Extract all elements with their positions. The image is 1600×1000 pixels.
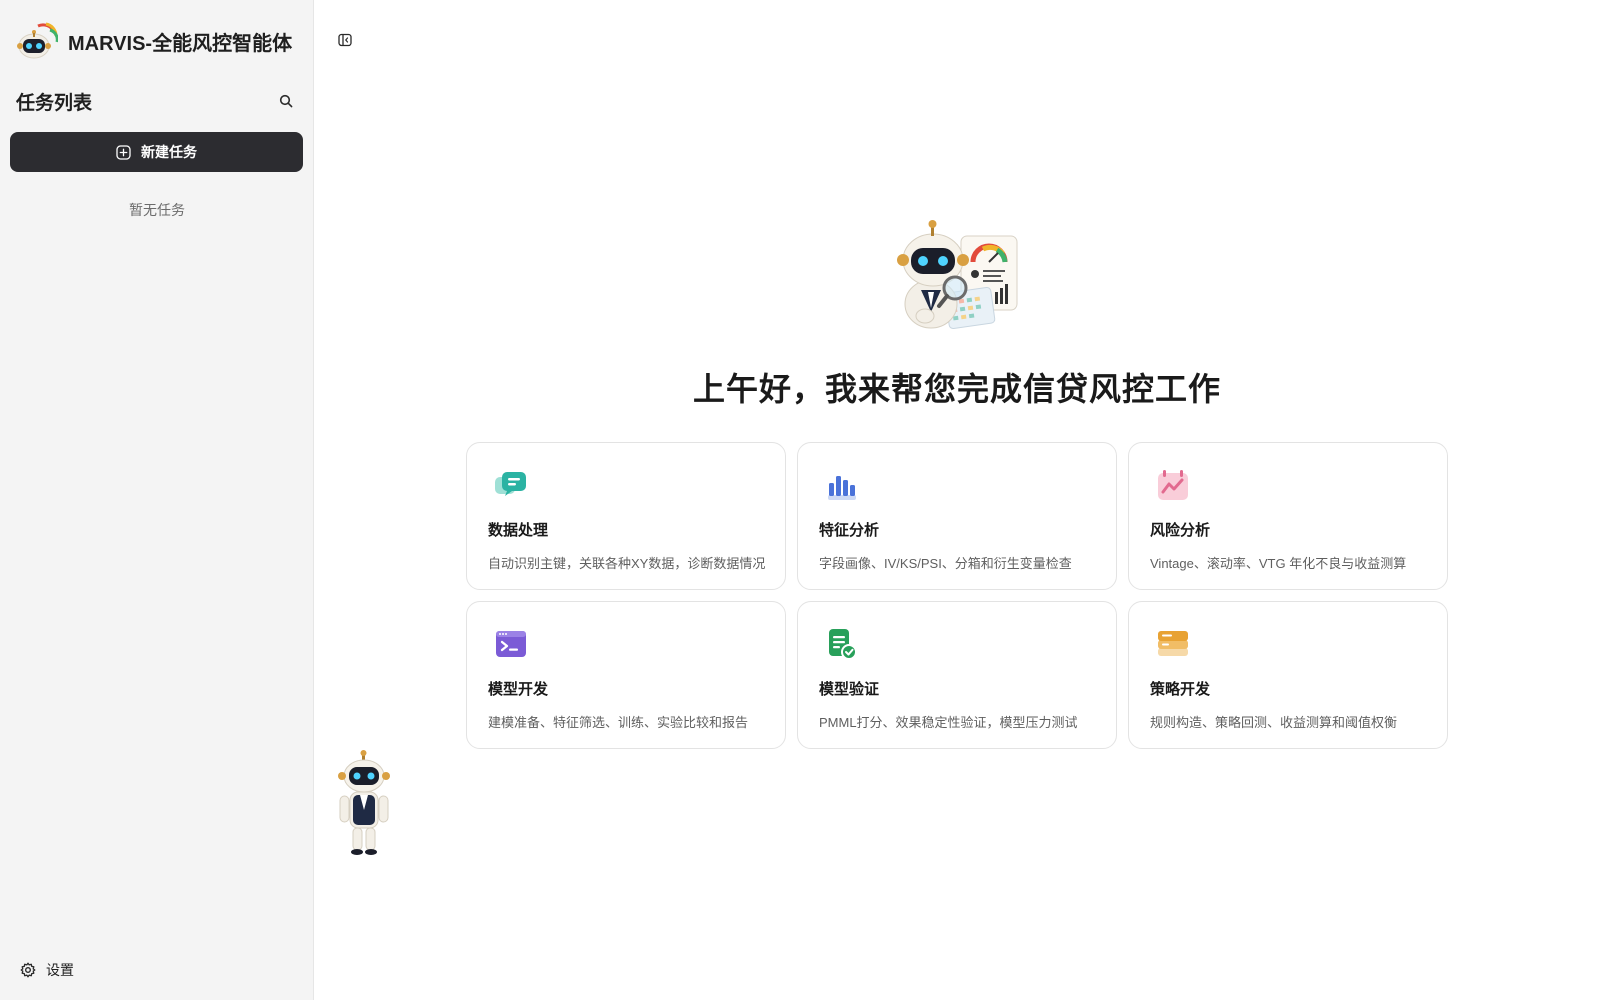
brand: MARVIS-全能风控智能体 — [16, 20, 292, 62]
stacked-layers-icon — [1158, 631, 1188, 656]
card-strategy-development[interactable]: 策略开发 规则构造、策略回测、收益测算和阈值权衡 — [1128, 601, 1448, 749]
card-title: 模型验证 — [819, 681, 880, 698]
card-description: PMML打分、效果稳定性验证，模型压力测试 — [819, 715, 1078, 730]
settings-button[interactable]: 设置 — [20, 960, 74, 980]
sidebar: MARVIS-全能风控智能体 任务列表 新建任务 暂无任务 设置 — [0, 0, 314, 1000]
search-button[interactable] — [274, 89, 298, 113]
card-feature-analysis[interactable]: 特征分析 字段画像、IV/KS/PSI、分箱和衍生变量检查 — [797, 442, 1117, 590]
tasks-header: 任务列表 — [16, 88, 298, 114]
card-description: 字段画像、IV/KS/PSI、分箱和衍生变量检查 — [819, 556, 1072, 571]
greeting-heading: 上午好，我来帮您完成信贷风控工作 — [692, 371, 1221, 407]
card-title: 策略开发 — [1150, 681, 1211, 698]
card-title: 特征分析 — [819, 522, 880, 539]
terminal-window-icon — [496, 631, 526, 657]
gear-icon — [20, 962, 36, 978]
card-description: 规则构造、策略回测、收益测算和阈值权衡 — [1150, 715, 1398, 730]
app-title: MARVIS-全能风控智能体 — [68, 32, 293, 55]
card-data-processing[interactable]: 数据处理 自动识别主键，关联各种XY数据，诊断数据情况 — [466, 442, 786, 590]
capability-cards: 数据处理 自动识别主键，关联各种XY数据，诊断数据情况 特征分析 字段画像、IV… — [466, 442, 1448, 749]
card-title: 风险分析 — [1150, 522, 1211, 539]
robot-analyst-illustration — [897, 220, 1018, 330]
robot-mascot-icon[interactable] — [336, 750, 392, 856]
card-description: 建模准备、特征筛选、训练、实验比较和报告 — [488, 715, 749, 730]
plus-square-icon — [116, 144, 131, 160]
collapse-sidebar-button[interactable] — [333, 28, 357, 52]
new-task-button[interactable]: 新建任务 — [10, 132, 303, 172]
card-title: 数据处理 — [488, 522, 549, 539]
new-task-label: 新建任务 — [141, 144, 197, 160]
search-icon — [279, 94, 293, 108]
card-description: Vintage、滚动率、VTG 年化不良与收益测算 — [1150, 556, 1407, 571]
sidebar-collapse-icon — [338, 33, 352, 47]
document-check-icon — [829, 629, 857, 660]
card-description: 自动识别主键，关联各种XY数据，诊断数据情况 — [488, 556, 766, 571]
card-model-development[interactable]: 模型开发 建模准备、特征筛选、训练、实验比较和报告 — [466, 601, 786, 749]
card-risk-analysis[interactable]: 风险分析 Vintage、滚动率、VTG 年化不良与收益测算 — [1128, 442, 1448, 590]
card-title: 模型开发 — [488, 681, 549, 698]
chat-bubbles-icon — [495, 472, 526, 496]
settings-label: 设置 — [46, 962, 74, 978]
calendar-trend-icon — [1158, 470, 1188, 500]
bar-chart-icon — [828, 476, 856, 500]
tasks-title: 任务列表 — [16, 92, 93, 114]
empty-tasks-text: 暂无任务 — [129, 202, 185, 218]
robot-logo-icon — [17, 22, 58, 59]
card-model-validation[interactable]: 模型验证 PMML打分、效果稳定性验证，模型压力测试 — [797, 601, 1117, 749]
